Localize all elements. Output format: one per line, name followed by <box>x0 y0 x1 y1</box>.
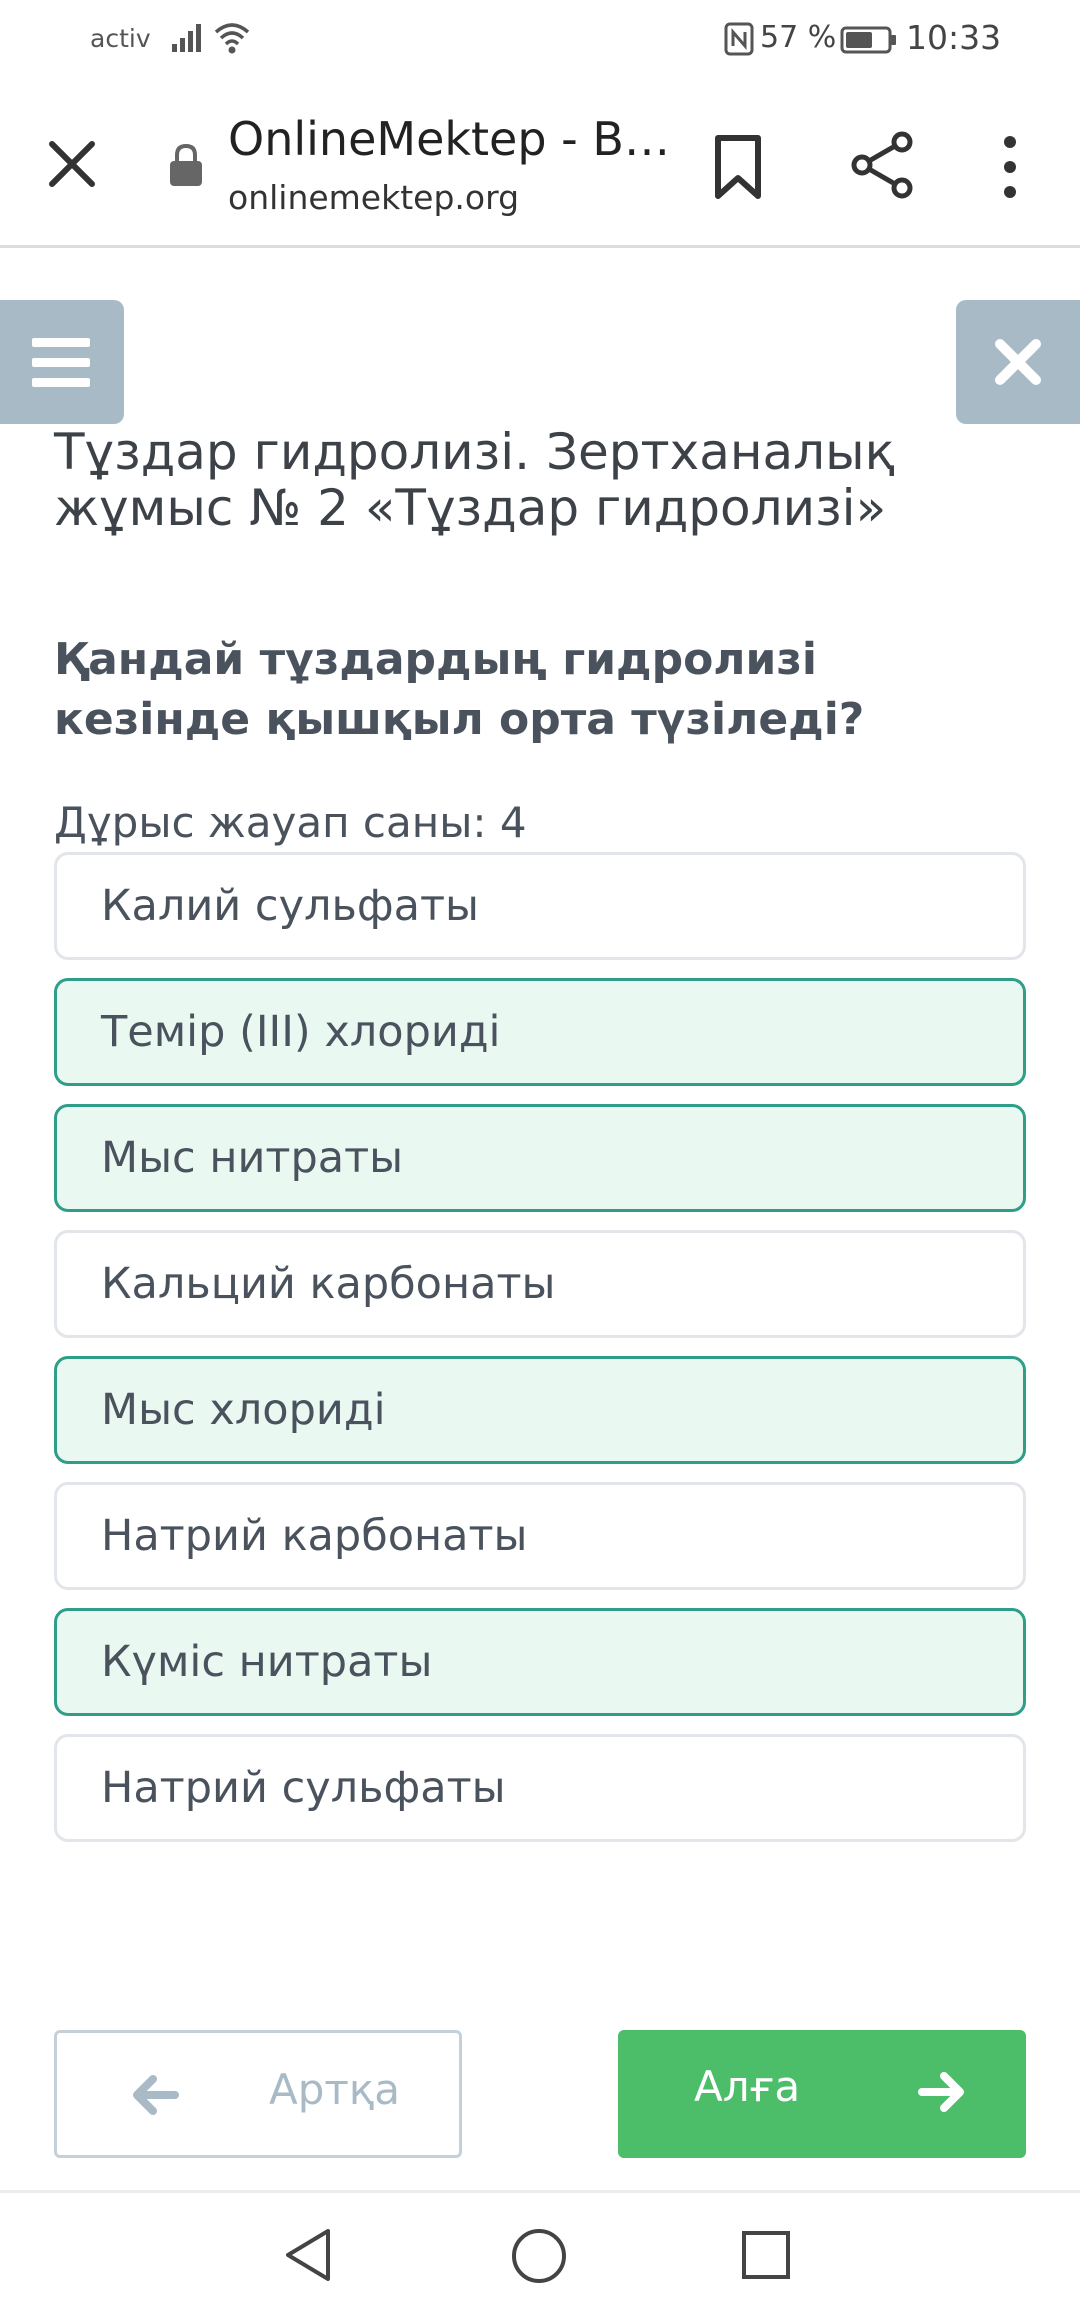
answer-option[interactable]: Натрий сульфаты <box>54 1734 1026 1842</box>
page-title: Тұздар гидролизі. Зертханалық жұмыс № 2 … <box>54 423 895 537</box>
url-text[interactable]: onlinemektep.org <box>228 178 519 217</box>
browser-toolbar: OnlineMektep - B… onlinemektep.org <box>0 82 1080 248</box>
more-vert-icon[interactable] <box>990 132 1030 202</box>
answer-option-label: Күміс нитраты <box>101 1637 433 1687</box>
answer-option[interactable]: Темір (III) хлориді <box>54 978 1026 1086</box>
bookmark-icon[interactable] <box>706 132 770 202</box>
exit-button[interactable] <box>956 300 1080 424</box>
hamburger-icon <box>32 338 90 387</box>
answer-option[interactable]: Күміс нитраты <box>54 1608 1026 1716</box>
question-text: Қандай тұздардың гидролизі кезінде қышқы… <box>54 634 865 745</box>
back-label: Артқа <box>269 2065 400 2114</box>
back-button[interactable]: Артқа <box>54 2030 462 2158</box>
close-icon <box>995 339 1041 385</box>
arrow-left-icon <box>133 2075 179 2115</box>
answer-option-label: Кальций карбонаты <box>101 1259 556 1309</box>
next-button[interactable]: Алға <box>618 2030 1026 2158</box>
nav-recents-icon[interactable] <box>740 2229 792 2281</box>
nfc-icon <box>724 22 754 56</box>
carrier-label: activ <box>90 24 151 53</box>
share-icon[interactable] <box>850 130 916 200</box>
answer-option-label: Мыс хлориді <box>101 1385 386 1435</box>
answer-option[interactable]: Мыс нитраты <box>54 1104 1026 1212</box>
menu-button[interactable] <box>0 300 124 424</box>
nav-back-icon[interactable] <box>280 2225 336 2285</box>
answer-option[interactable]: Кальций карбонаты <box>54 1230 1026 1338</box>
close-icon[interactable] <box>40 132 104 196</box>
answer-count: Дұрыс жауап саны: 4 <box>54 798 527 847</box>
arrow-right-icon <box>918 2072 964 2112</box>
answer-option-label: Натрий сульфаты <box>101 1763 506 1813</box>
battery-icon <box>840 26 896 54</box>
battery-percent: 57 % <box>760 20 837 55</box>
lock-icon <box>170 143 202 186</box>
answer-option[interactable]: Калий сульфаты <box>54 852 1026 960</box>
answer-option[interactable]: Натрий карбонаты <box>54 1482 1026 1590</box>
answer-option[interactable]: Мыс хлориді <box>54 1356 1026 1464</box>
system-nav-bar <box>0 2190 1080 2312</box>
answer-option-label: Мыс нитраты <box>101 1133 404 1183</box>
signal-icon <box>172 24 201 52</box>
page-tab-title: OnlineMektep - B… <box>228 112 670 166</box>
nav-home-icon[interactable] <box>510 2227 568 2285</box>
next-label: Алға <box>694 2062 801 2111</box>
clock: 10:33 <box>906 18 1002 57</box>
answer-option-label: Натрий карбонаты <box>101 1511 528 1561</box>
wifi-icon <box>214 23 250 54</box>
answer-option-label: Калий сульфаты <box>101 881 479 931</box>
status-bar: activ 57 % 10:33 <box>0 0 1080 82</box>
answer-option-label: Темір (III) хлориді <box>101 1007 501 1057</box>
